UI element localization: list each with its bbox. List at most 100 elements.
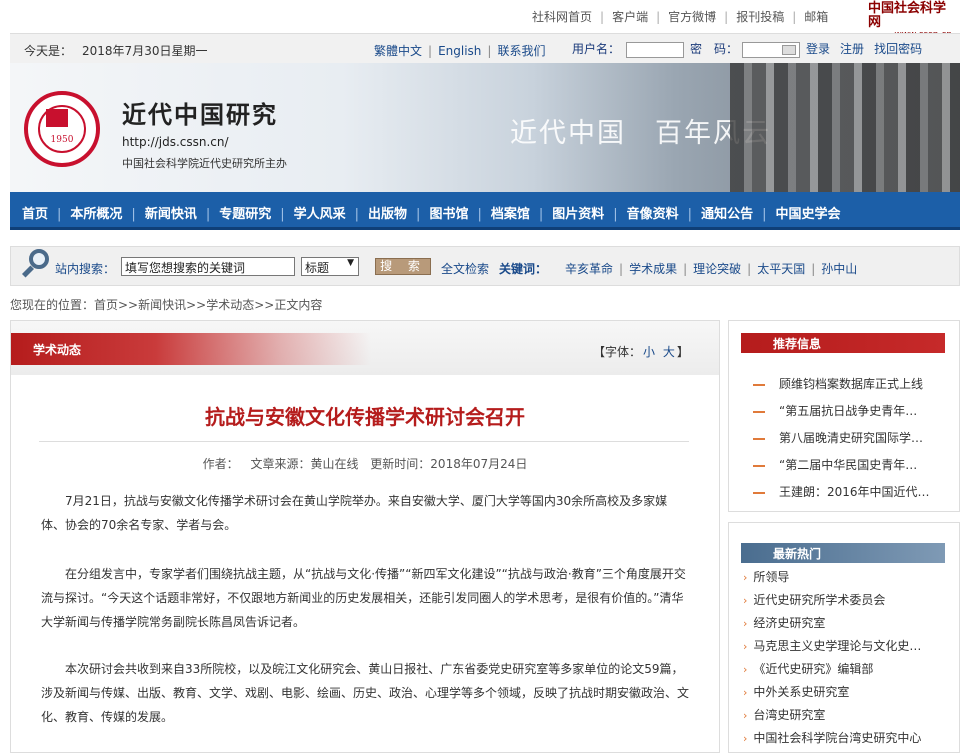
column-title: 学术动态 <box>33 343 82 357</box>
login-form: 用户名： 密 码： 登录 注册 找回密码 <box>572 40 922 58</box>
chevron-right-icon: › <box>743 663 748 676</box>
title-divider <box>39 441 689 442</box>
link-cssn-home[interactable]: 社科网首页 <box>532 10 592 24</box>
article-paragraph: 本次研讨会共收到来自33所院校，以及皖江文化研究会、黄山日报社、广东省委党史研究… <box>41 662 690 724</box>
search-button[interactable]: 搜 索 <box>375 258 431 275</box>
keyword-link[interactable]: 学术成果 <box>629 262 677 276</box>
recommend-item[interactable]: 顾维钧档案数据库正式上线 <box>753 375 930 402</box>
nav-item-publications[interactable]: 出版物 <box>368 203 407 222</box>
separator: | <box>487 44 492 58</box>
link-contact[interactable]: 联系我们 <box>497 44 545 58</box>
nav-item-library[interactable]: 图书馆 <box>429 203 468 222</box>
nav-item-media[interactable]: 音像资料 <box>627 203 679 222</box>
institute-seal-logo: 1950 <box>24 91 100 167</box>
chevron-right-icon: › <box>743 640 748 653</box>
register-link[interactable]: 注册 <box>840 42 864 56</box>
site-url: http://jds.cssn.cn/ <box>122 135 229 149</box>
link-traditional[interactable]: 繁體中文 <box>374 44 422 58</box>
nav-item-images[interactable]: 图片资料 <box>552 203 604 222</box>
info-bar: 今天是： 2018年7月30日星期一 繁體中文 | English | 联系我们 用户名：… <box>10 33 960 63</box>
nav-item-archives[interactable]: 档案馆 <box>491 203 530 222</box>
nav-item-scholars[interactable]: 学人风采 <box>294 203 346 222</box>
separator: | <box>792 10 797 24</box>
hot-item[interactable]: › 台湾史研究室 <box>743 706 921 729</box>
recommend-item[interactable]: “第五届抗日战争史青年… <box>753 402 930 429</box>
nav-item-historical-society[interactable]: 中国史学会 <box>775 203 840 222</box>
hot-item[interactable]: › 马克思主义史学理论与文化史… <box>743 637 921 660</box>
font-size-label: 【字体： <box>593 345 642 359</box>
hot-box: 最新热门 › 所领导 › 近代史研究所学术委员会 › 经济史研究室 › 马克思主义史学理… <box>728 522 960 753</box>
link-english[interactable]: English <box>438 44 481 58</box>
separator: | <box>656 10 661 24</box>
recommend-item[interactable]: 第八届晚清史研究国际学… <box>753 429 930 456</box>
search-label: 站内搜索： <box>55 262 116 276</box>
nav-item-topics[interactable]: 专题研究 <box>219 203 271 222</box>
date-display: 今天是： 2018年7月30日星期一 <box>24 42 207 59</box>
chevron-right-icon: › <box>743 709 748 722</box>
nav-separator: | <box>57 207 62 222</box>
link-client[interactable]: 客户端 <box>612 10 648 24</box>
hot-item[interactable]: › 中外关系史研究室 <box>743 683 921 706</box>
date-label: 今天是： <box>24 44 73 58</box>
chevron-right-icon: › <box>743 594 748 607</box>
magnifier-icon <box>19 249 51 283</box>
keyboard-icon[interactable] <box>782 44 797 55</box>
keyword-link[interactable]: 孙中山 <box>821 262 857 276</box>
font-size-control: 【字体：小 大】 <box>593 343 689 360</box>
dash-icon <box>753 410 765 413</box>
dash-icon <box>753 383 765 386</box>
nav-item-home[interactable]: 首页 <box>22 203 48 222</box>
font-small-link[interactable]: 小 <box>643 345 655 359</box>
forgot-password-link[interactable]: 找回密码 <box>874 42 922 56</box>
search-input[interactable]: 填写您想搜索的关键词 <box>121 257 295 276</box>
hot-item[interactable]: › 中国社会科学院台湾史研究中心 <box>743 729 921 752</box>
fulltext-search-link[interactable]: 全文检索 <box>441 260 489 277</box>
cssn-logo[interactable]: 中国社会科学网 www.cssn.cn <box>868 2 956 41</box>
top-links-bar: 社科网首页 | 客户端 | 官方微博 | 报刊投稿 | 邮箱 中国社会科学网 www.cssn.… <box>0 0 961 41</box>
main-nav: 首页 | 本所概况 | 新闻快讯 | 专题研究 | 学人风采 | 出版物 | 图书馆 | 档案馆 | 图片资料 |… <box>10 192 960 230</box>
article-updated: 更新时间：2018年07月24日 <box>370 457 528 471</box>
search-field-value: 标题 <box>305 261 330 275</box>
hot-item[interactable]: › 经济史研究室 <box>743 614 921 637</box>
link-weibo[interactable]: 官方微博 <box>668 10 716 24</box>
header-banner: 1950 近代中国研究 http://jds.cssn.cn/ 中国社会科学院近… <box>10 63 960 192</box>
nav-item-notices[interactable]: 通知公告 <box>701 203 753 222</box>
link-mail[interactable]: 邮箱 <box>804 10 828 24</box>
site-host: 中国社会科学院近代史研究所主办 <box>122 157 287 170</box>
separator: | <box>600 10 605 24</box>
hot-item[interactable]: › 《近代史研究》编辑部 <box>743 660 921 683</box>
keyword-link[interactable]: 理论突破 <box>693 262 741 276</box>
nav-item-about[interactable]: 本所概况 <box>70 203 122 222</box>
recommend-item[interactable]: “第二届中华民国史青年… <box>753 456 930 483</box>
search-field-select[interactable]: 标题 ▼ <box>301 257 359 276</box>
recommend-item[interactable]: 王建朗：2016年中国近代… <box>753 483 930 510</box>
keywords-label: 关键词： <box>499 262 548 276</box>
nav-item-news[interactable]: 新闻快讯 <box>145 203 197 222</box>
font-size-end: 】 <box>676 345 689 359</box>
hot-header: 最新热门 <box>741 543 945 563</box>
login-button[interactable]: 登录 <box>806 42 830 56</box>
separator: | <box>428 44 433 58</box>
hot-title: 最新热门 <box>773 547 822 561</box>
hot-item[interactable]: › 近代史研究所学术委员会 <box>743 591 921 614</box>
site-title: 近代中国研究 <box>122 100 278 129</box>
column-header: 学术动态 【字体：小 大】 <box>11 321 719 375</box>
dropdown-arrow-icon: ▼ <box>347 258 354 268</box>
nav-separator: | <box>416 207 421 222</box>
hot-item[interactable]: › 所领导 <box>743 568 921 591</box>
recommend-list: 顾维钧档案数据库正式上线 “第五届抗日战争史青年… 第八届晚清史研究国际学… “… <box>753 375 930 510</box>
nav-separator: | <box>280 207 285 222</box>
keyword-link[interactable]: 辛亥革命 <box>565 262 613 276</box>
chevron-right-icon: › <box>743 571 748 584</box>
separator: | <box>619 262 624 276</box>
article-source: 文章来源：黄山在线 <box>250 457 359 471</box>
link-submit[interactable]: 报刊投稿 <box>736 10 784 24</box>
nav-separator: | <box>538 207 544 222</box>
dash-icon <box>753 491 765 494</box>
font-large-link[interactable]: 大 <box>663 345 675 359</box>
column-ribbon: 学术动态 <box>11 333 371 365</box>
username-input[interactable] <box>626 41 685 58</box>
separator: | <box>724 10 729 24</box>
keyword-link[interactable]: 太平天国 <box>757 262 805 276</box>
nav-separator: | <box>354 207 360 222</box>
